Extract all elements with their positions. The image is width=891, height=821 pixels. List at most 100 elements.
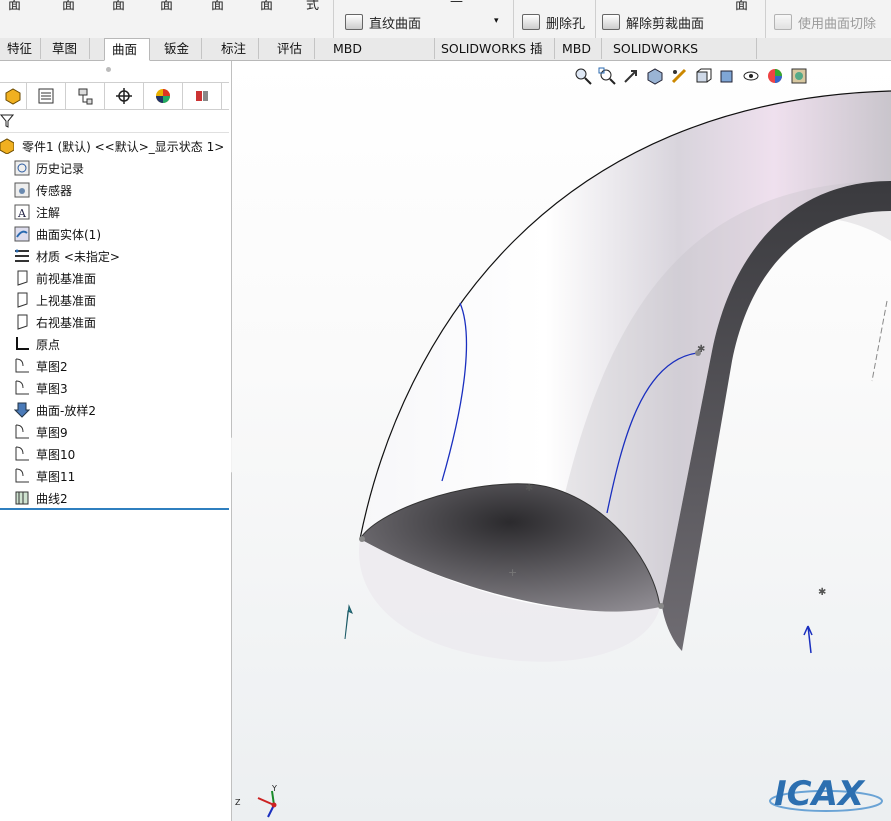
- dimxpertmanager-tab[interactable]: [105, 83, 144, 109]
- axis-centerline: [871, 300, 888, 382]
- tree-filter-bar[interactable]: [0, 110, 229, 133]
- tree-item-label: 草图11: [36, 469, 76, 484]
- tree-item-annotations[interactable]: A 注解: [14, 201, 60, 223]
- tree-item-material[interactable]: 材质 <未指定>: [14, 245, 120, 267]
- tree-item-sketch2[interactable]: 草图2: [14, 355, 68, 377]
- tree-item-label: 草图10: [36, 447, 76, 462]
- tab-solidworks-addins[interactable]: SOLIDWORKS 插件: [434, 38, 555, 77]
- ribbon-command-fragment[interactable]: 面: [62, 0, 75, 13]
- plane-icon: [14, 292, 30, 308]
- part-icon: [5, 88, 21, 105]
- material-icon: [14, 248, 30, 264]
- history-icon: [14, 160, 30, 176]
- dropdown-arrow-icon[interactable]: ▾: [494, 16, 499, 26]
- ribbon-command-fragment[interactable]: 面: [211, 0, 224, 13]
- plane-icon: [14, 270, 30, 286]
- command-manager-tabs: 特征 草图 曲面 钣金 标注 评估 MBD Dimensions SOLIDWO…: [0, 38, 891, 77]
- tab-evaluate[interactable]: 评估: [270, 38, 315, 59]
- ribbon-command-fragment[interactable]: 面: [8, 0, 21, 13]
- vertex-point[interactable]: [359, 536, 365, 542]
- part-icon: [0, 138, 16, 155]
- plane-icon: [14, 314, 30, 330]
- configurationmanager-tab[interactable]: [66, 83, 105, 109]
- tree-item-top-plane[interactable]: 上视基准面: [14, 289, 96, 311]
- loft-surface-body[interactable]: [359, 90, 891, 662]
- tab-features[interactable]: 特征: [0, 38, 41, 59]
- tree-item-origin[interactable]: 原点: [14, 333, 60, 355]
- propertymanager-tab[interactable]: [27, 83, 66, 109]
- tree-item-sketch10[interactable]: 草图10: [14, 443, 75, 465]
- appearance-icon: [156, 89, 170, 103]
- ribbon-command-fragment[interactable]: 面: [112, 0, 125, 13]
- filter-icon: [0, 114, 14, 128]
- surface-body-icon: [14, 226, 30, 242]
- untrim-surface-icon: [602, 14, 620, 30]
- tree-item-label: 曲面-放样2: [36, 403, 96, 418]
- tree-item-front-plane[interactable]: 前视基准面: [14, 267, 96, 289]
- ruled-surface-button[interactable]: 直纹曲面: [345, 12, 421, 32]
- tree-item-label: 材质 <未指定>: [36, 249, 120, 264]
- use-surface-cut-icon: [774, 14, 792, 30]
- tab-sheet-metal[interactable]: 钣金: [157, 38, 202, 59]
- tree-item-label: 草图2: [36, 359, 68, 374]
- tree-item-label: 右视基准面: [36, 315, 97, 330]
- sketch-icon: [14, 358, 30, 374]
- tree-item-sketch3[interactable]: 草图3: [14, 377, 68, 399]
- normal-direction-arrow: [344, 604, 353, 640]
- use-surface-cut-label: 使用曲面切除: [798, 16, 877, 32]
- tree-item-sketch9[interactable]: 草图9: [14, 421, 68, 443]
- sensor-icon: [14, 182, 30, 198]
- tree-item-history[interactable]: 历史记录: [14, 157, 84, 179]
- sketch-point-mark: ✱: [818, 587, 826, 598]
- tab-annotations[interactable]: 标注: [214, 38, 259, 59]
- tree-item-surface-loft2[interactable]: 曲面-放样2: [13, 399, 96, 421]
- tab-solidworks-inspection[interactable]: SOLIDWORKS Inspection: [606, 38, 757, 77]
- origin-icon: [14, 336, 30, 352]
- tree-item-right-plane[interactable]: 右视基准面: [14, 311, 96, 333]
- untrim-surface-label: 解除剪裁曲面: [626, 16, 705, 32]
- tree-root-part[interactable]: 零件1 (默认) <<默认>_显示状态 1>: [0, 135, 224, 157]
- ribbon-separator: [333, 0, 334, 38]
- tab-mbd-dimensions[interactable]: MBD Dimensions: [326, 38, 435, 77]
- tree-item-surface-bodies[interactable]: 曲面实体(1): [14, 223, 101, 245]
- ruled-surface-label: 直纹曲面: [369, 16, 422, 32]
- graphics-area[interactable]: ✱ ✱ ✱ + Y Z ICAX: [232, 61, 891, 821]
- ribbon-command-fragment[interactable]: 式: [306, 0, 319, 13]
- vertex-point[interactable]: [658, 603, 664, 609]
- ribbon-command-fragment[interactable]: 面: [160, 0, 173, 13]
- panel-grip[interactable]: [106, 67, 111, 72]
- model-viewport: ✱ ✱ ✱ + Y Z: [235, 90, 891, 818]
- triad-axes: Y Z: [235, 784, 277, 818]
- delete-hole-icon: [522, 14, 540, 30]
- sketch-icon: [14, 380, 30, 396]
- sketch-icon: [14, 446, 30, 462]
- tree-selection-line: [0, 508, 229, 510]
- sketch-icon: [14, 424, 30, 440]
- tree-item-sketch11[interactable]: 草图11: [14, 465, 75, 487]
- tree-item-label: 草图9: [36, 425, 68, 440]
- ribbon-command-fragment[interactable]: —: [450, 0, 463, 9]
- direction-arrow: [803, 625, 813, 654]
- cam-tab[interactable]: [183, 83, 222, 109]
- tree-item-curve2[interactable]: 曲线2: [14, 487, 68, 509]
- curve-icon: [14, 490, 30, 506]
- feature-manager-panel: 零件1 (默认) <<默认>_显示状态 1> 历史记录 传感器 A 注解 曲面实…: [0, 61, 232, 821]
- axis-z-label: Z: [235, 798, 241, 807]
- ribbon-command-fragment[interactable]: 面: [260, 0, 273, 13]
- featuremanager-tab[interactable]: [0, 83, 27, 109]
- property-manager-icon: [38, 88, 54, 104]
- displaymanager-tab[interactable]: [144, 83, 183, 109]
- tab-surfaces[interactable]: 曲面: [104, 38, 150, 61]
- ribbon-command-fragment[interactable]: 面: [735, 0, 748, 13]
- tab-sketch[interactable]: 草图: [45, 38, 90, 59]
- delete-hole-button[interactable]: 删除孔: [522, 12, 585, 32]
- tree-item-label: 曲面实体(1): [36, 227, 101, 242]
- ruled-surface-icon: [345, 14, 363, 30]
- tree-item-label: 原点: [36, 337, 61, 352]
- tab-mbd[interactable]: MBD: [555, 38, 602, 59]
- ribbon-separator: [765, 0, 766, 38]
- tree-item-sensors[interactable]: 传感器: [14, 179, 72, 201]
- tree-item-label: 曲线2: [36, 491, 68, 506]
- use-surface-cut-button[interactable]: 使用曲面切除: [774, 12, 876, 32]
- untrim-surface-button[interactable]: 解除剪裁曲面: [602, 12, 704, 32]
